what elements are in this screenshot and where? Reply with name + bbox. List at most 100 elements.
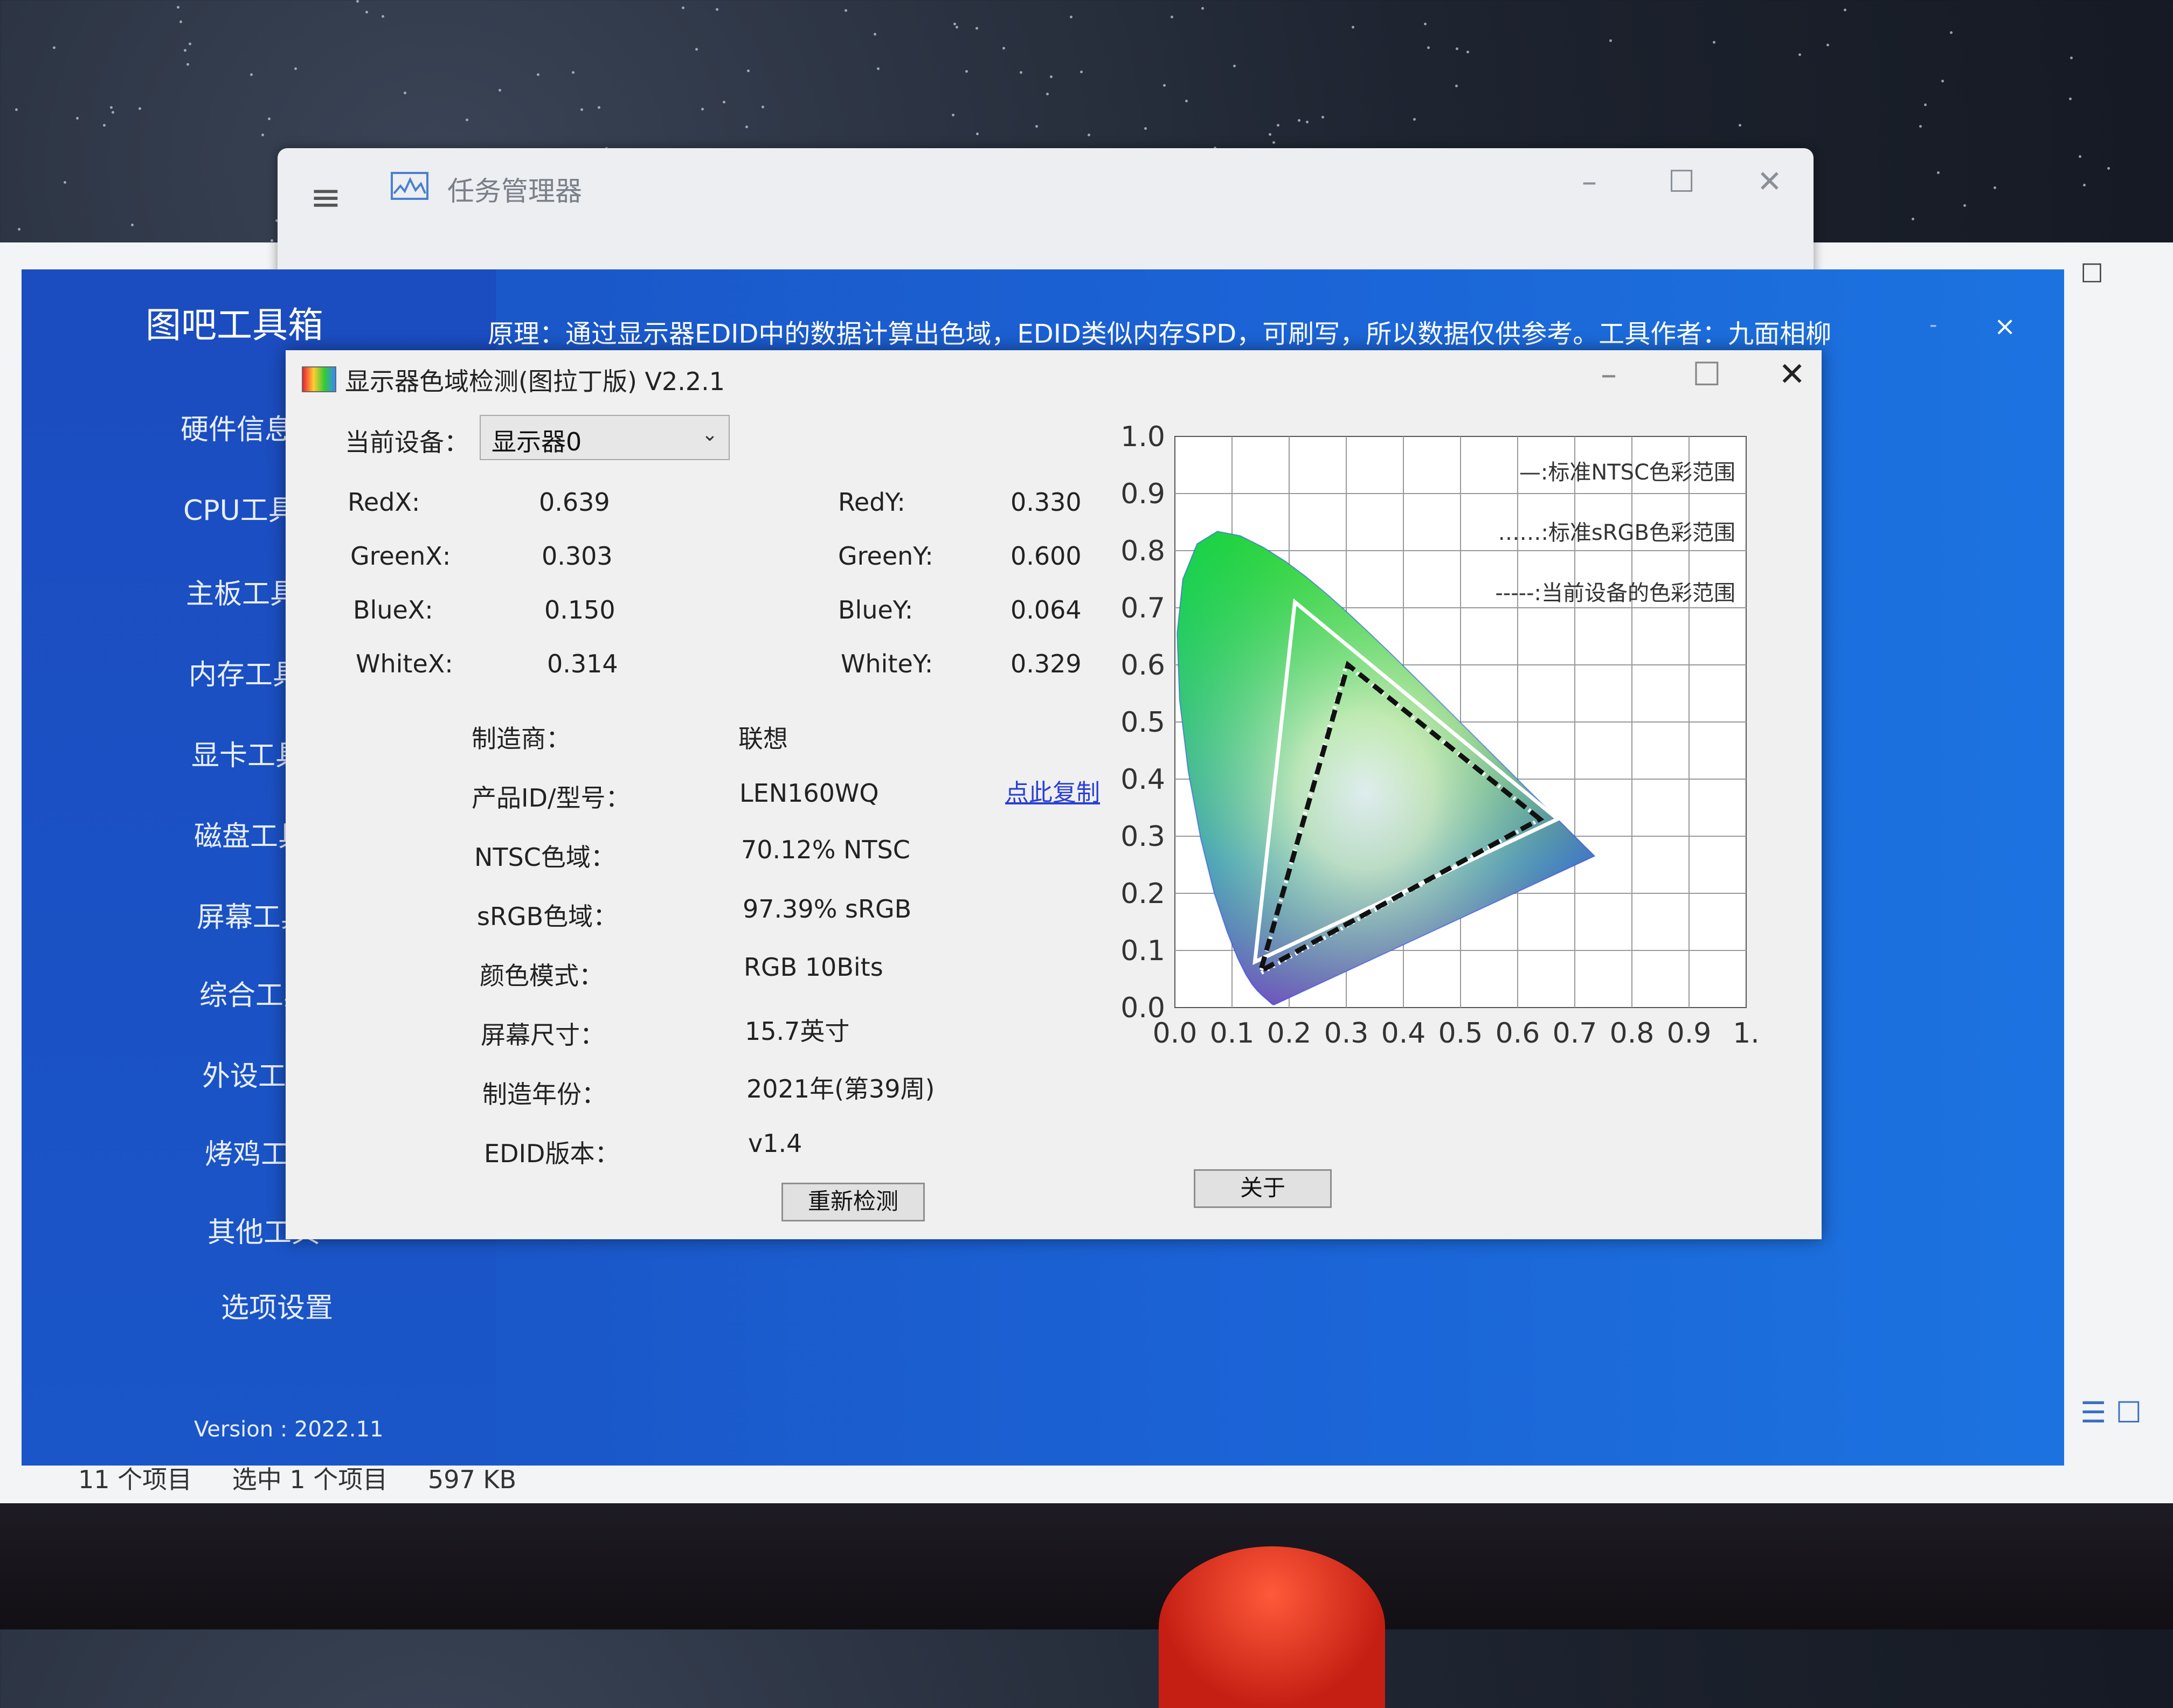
- sidebar-item-cpu[interactable]: CPU工具: [183, 488, 296, 528]
- srgb-label: sRGB色域：: [477, 902, 618, 931]
- star: [365, 11, 368, 13]
- y-tick-label: 0.5: [1120, 706, 1165, 739]
- y-tick-label: 0.6: [1120, 649, 1165, 682]
- product-id-label: 产品ID/型号：: [472, 783, 631, 813]
- greeny-label: GreenY:: [838, 541, 933, 571]
- hamburger-icon[interactable]: ≡: [310, 175, 342, 219]
- color-mode-label: 颜色模式：: [480, 961, 604, 990]
- star: [716, 8, 718, 11]
- details-view-icon[interactable]: ☰ ☐: [2080, 1395, 2142, 1429]
- y-tick-label: 1.0: [1120, 421, 1165, 453]
- star: [2107, 167, 2110, 170]
- star: [1466, 51, 1469, 53]
- star: [1035, 125, 1038, 128]
- x-tick-label: 0.7: [1553, 1017, 1597, 1050]
- tm-maximize-button[interactable]: ☐: [1668, 164, 1695, 199]
- star: [952, 114, 954, 116]
- legend-entry: -----:当前设备的色彩范围: [1495, 581, 1735, 606]
- color-mode-value: RGB 10Bits: [744, 953, 883, 982]
- x-tick-label: 0.5: [1438, 1017, 1483, 1050]
- star: [250, 73, 253, 76]
- copy-link[interactable]: 点此复制: [1005, 773, 1100, 808]
- app-icon: [302, 366, 336, 392]
- product-id-value: LEN160WQ: [739, 779, 879, 808]
- star: [268, 117, 271, 120]
- screen-size-label: 屏幕尺寸：: [481, 1020, 605, 1050]
- tm-close-button[interactable]: ✕: [1757, 164, 1782, 199]
- redetect-button[interactable]: 重新检测: [781, 1183, 925, 1221]
- dialog-title: 显示器色域检测(图拉丁版) V2.2.1: [345, 367, 725, 396]
- greenx-label: GreenX:: [350, 541, 451, 571]
- star: [131, 224, 134, 226]
- star: [1233, 65, 1236, 67]
- tm-minimize-button[interactable]: –: [1582, 164, 1597, 199]
- legend-entry: —:标准NTSC色彩范围: [1519, 460, 1735, 485]
- star: [1185, 100, 1188, 102]
- star: [2070, 57, 2073, 59]
- bluey-label: BlueY:: [838, 595, 914, 624]
- star: [1937, 171, 1940, 174]
- sidebar-item-memory[interactable]: 内存工具: [189, 652, 301, 692]
- x-tick-label: 0.1: [1210, 1017, 1255, 1050]
- star: [271, 239, 273, 242]
- sidebar-item-hardware[interactable]: 硬件信息: [181, 407, 293, 447]
- star: [139, 107, 141, 110]
- dialog-minimize-button[interactable]: –: [1601, 356, 1617, 393]
- sidebar-item-settings[interactable]: 选项设置: [221, 1285, 333, 1325]
- dialog-close-button[interactable]: ✕: [1778, 356, 1805, 393]
- star: [1950, 31, 1953, 34]
- whitey-label: WhiteY:: [841, 649, 933, 678]
- star: [1272, 141, 1275, 144]
- star: [965, 70, 968, 73]
- star: [1163, 84, 1166, 87]
- device-select[interactable]: 显示器0 ⌄: [480, 415, 730, 460]
- star: [294, 67, 297, 70]
- star: [580, 108, 583, 111]
- cie-chromaticity-chart: 0.0 0.1 0.2 0.3 0.4 0.5 0.6 0.7 0.8 0.9 1.0.00.10.…: [1120, 421, 1760, 1050]
- star: [382, 15, 384, 18]
- star: [1941, 80, 1944, 82]
- star: [186, 63, 189, 66]
- star: [1306, 121, 1309, 123]
- task-manager-window[interactable]: ≡ 任务管理器 – ☐ ✕: [278, 148, 1814, 288]
- star: [1321, 116, 1324, 119]
- y-tick-label: 0.3: [1120, 821, 1165, 853]
- version-label: Version : 2022.11: [194, 1417, 384, 1442]
- star: [15, 108, 18, 111]
- star: [1298, 119, 1300, 122]
- star: [261, 134, 264, 136]
- bluex-label: BlueX:: [353, 595, 433, 624]
- star: [1171, 16, 1173, 18]
- gamut-dialog: 显示器色域检测(图拉丁版) V2.2.1 – ☐ ✕ 当前设备： 显示器0 ⌄ …: [286, 350, 1822, 1239]
- explorer-maximize-icon[interactable]: ☐: [2080, 259, 2103, 289]
- bluey-value: 0.064: [1011, 595, 1082, 624]
- star: [466, 119, 468, 121]
- x-tick-label: 0.6: [1496, 1017, 1540, 1050]
- toolbox-minimize-button[interactable]: -: [1929, 313, 1937, 337]
- manufacturer-label: 制造商：: [472, 724, 571, 753]
- screen-size-value: 15.7英寸: [745, 1017, 850, 1046]
- toolbox-close-button[interactable]: ×: [1994, 311, 2016, 342]
- star: [1713, 41, 1715, 44]
- status-selected: 选中 1 个项目: [232, 1465, 388, 1494]
- bluex-value: 0.150: [544, 595, 615, 624]
- y-tick-label: 0.4: [1120, 763, 1165, 796]
- dialog-maximize-button[interactable]: ☐: [1692, 356, 1721, 393]
- device-label: 当前设备：: [345, 428, 469, 457]
- ntsc-label: NTSC色域：: [474, 843, 615, 872]
- star: [1739, 124, 1741, 127]
- star: [953, 23, 956, 25]
- x-tick-label: 0.2: [1267, 1017, 1312, 1050]
- star: [1994, 186, 1996, 189]
- star: [189, 43, 191, 45]
- y-tick-label: 0.8: [1120, 535, 1165, 567]
- star: [762, 106, 764, 108]
- greeny-value: 0.600: [1011, 541, 1082, 571]
- star: [177, 6, 179, 9]
- star: [1070, 16, 1072, 18]
- whitex-label: WhiteX:: [356, 649, 453, 678]
- sidebar-item-motherboard[interactable]: 主板工具: [186, 571, 298, 612]
- device-select-value: 显示器0: [492, 427, 582, 456]
- ntsc-value: 70.12% NTSC: [741, 835, 910, 864]
- about-button[interactable]: 关于: [1194, 1169, 1332, 1208]
